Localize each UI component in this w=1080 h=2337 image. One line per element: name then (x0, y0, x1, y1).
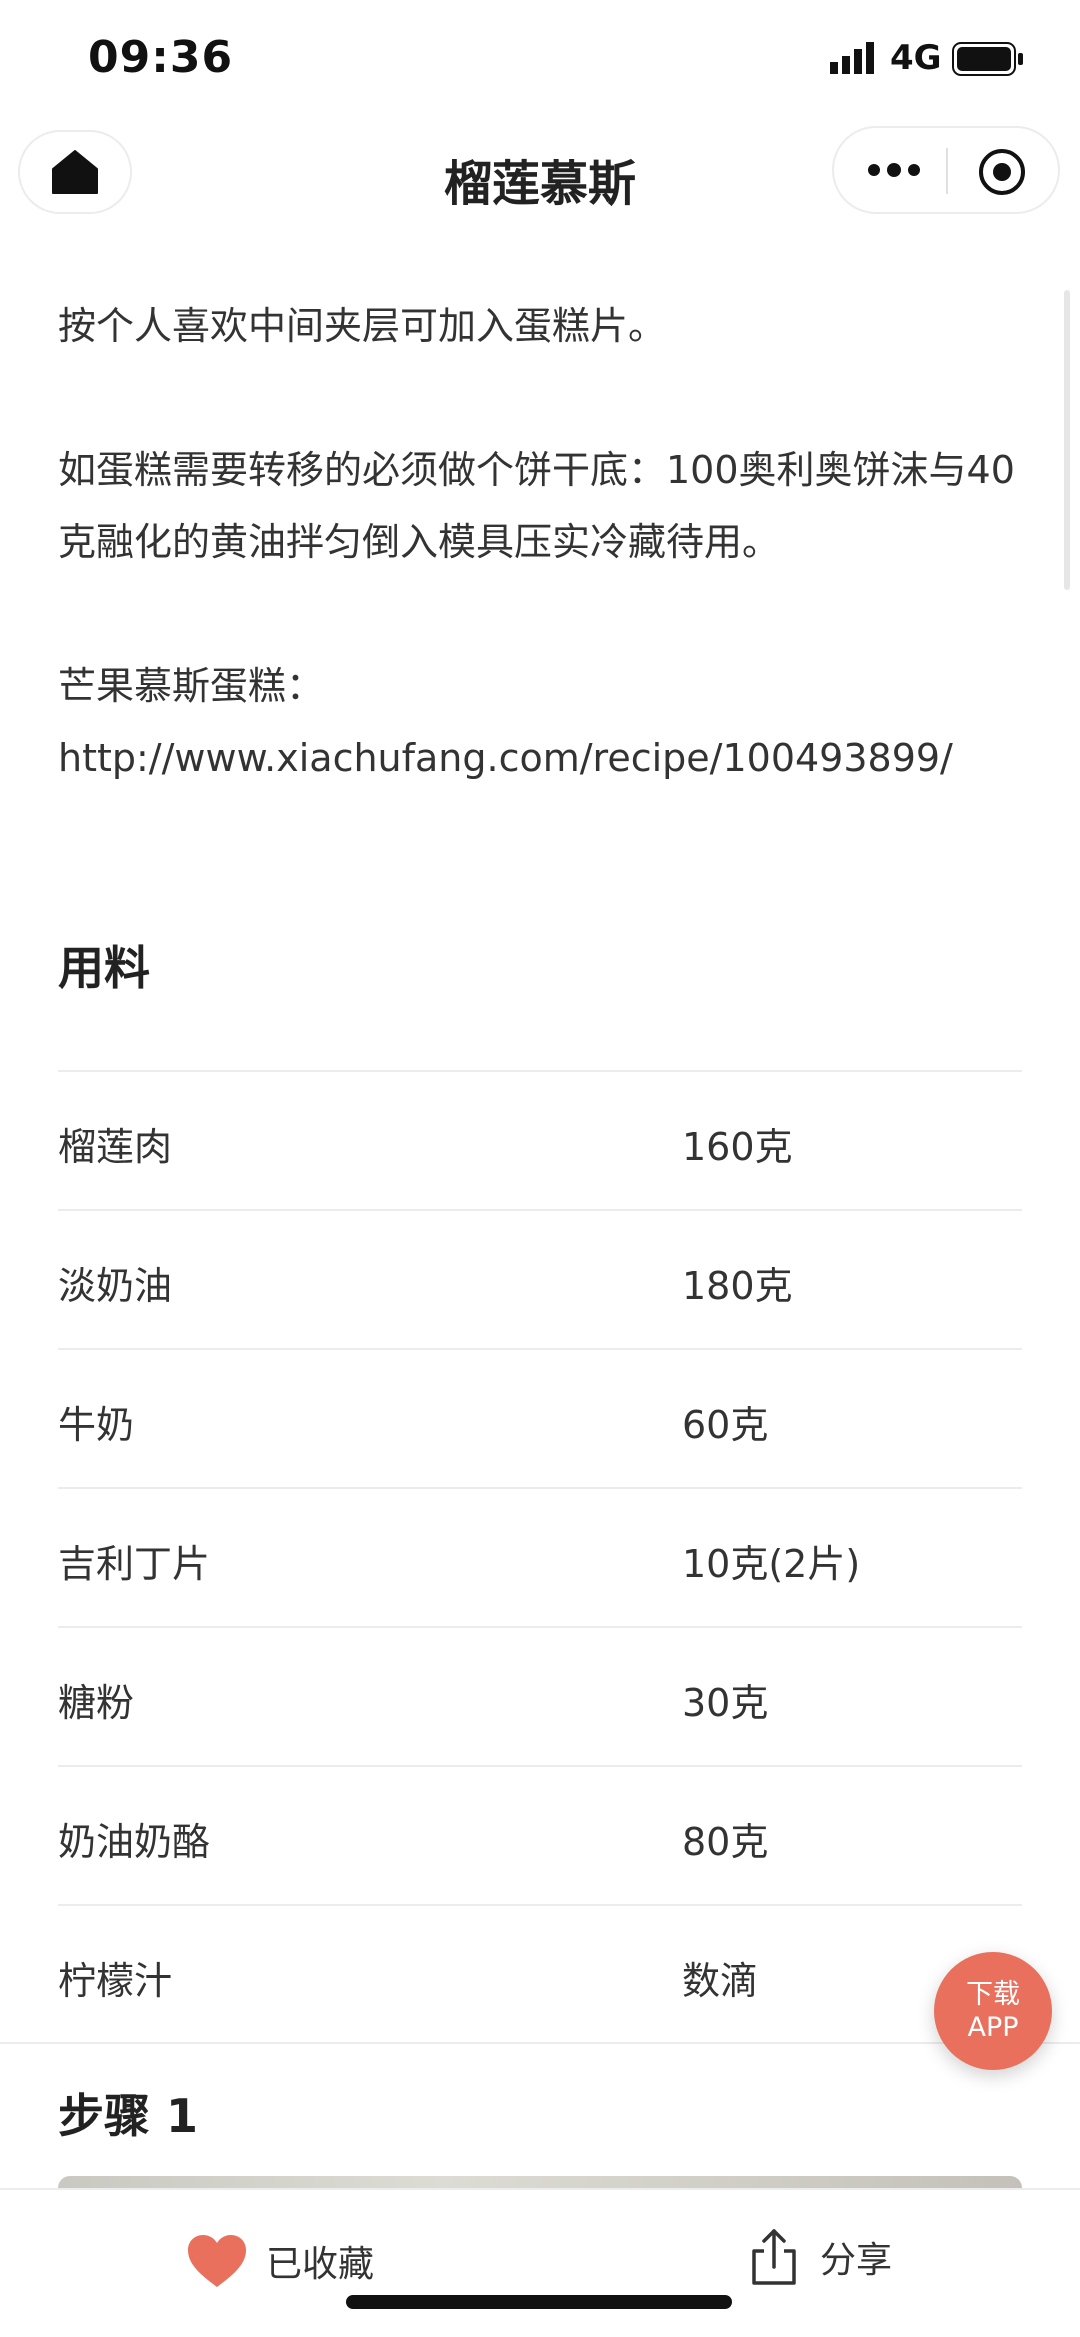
close-miniprogram-icon[interactable] (976, 146, 1028, 198)
ingredient-quantity: 160克 (682, 1125, 793, 1169)
download-label: 下载 (966, 1979, 1020, 2010)
bottom-action-bar: 已收藏 分享 (0, 2188, 1080, 2337)
signal-icon (830, 42, 874, 74)
capsule-divider (946, 148, 948, 194)
ingredient-row: 糖粉 30克 (58, 1626, 1022, 1765)
ingredient-quantity: 80克 (682, 1820, 769, 1864)
scrollbar[interactable] (1064, 290, 1070, 590)
ingredient-row: 榴莲肉 160克 (58, 1070, 1022, 1209)
miniprogram-capsule (832, 126, 1060, 214)
status-time: 09:36 (88, 32, 234, 83)
ingredient-row: 吉利丁片 10克(2片) (58, 1487, 1022, 1626)
battery-icon (952, 42, 1023, 76)
ingredient-row: 柠檬汁 数滴 (58, 1904, 1022, 2043)
section-divider (0, 2042, 1080, 2044)
download-app-button[interactable]: 下载 APP (934, 1952, 1052, 2070)
home-icon (52, 150, 98, 194)
home-indicator (346, 2295, 732, 2309)
ingredient-name: 糖粉 (58, 1681, 135, 1725)
ingredient-quantity: 10克(2片) (682, 1542, 861, 1586)
recipe-description: 按个人喜欢中间夹层可加入蛋糕片。 如蛋糕需要转移的必须做个饼干底：100奥利奥饼… (58, 290, 1022, 794)
ingredient-row: 牛奶 60克 (58, 1348, 1022, 1487)
heart-icon (188, 2235, 246, 2287)
ingredient-name: 奶油奶酪 (58, 1820, 211, 1864)
ingredients-title: 用料 (58, 941, 150, 995)
status-bar: 09:36 4G (0, 0, 1080, 118)
ingredient-name: 柠檬汁 (58, 1959, 173, 2003)
share-label: 分享 (820, 2240, 893, 2281)
share-button[interactable]: 分享 (746, 2222, 892, 2292)
ingredient-quantity: 数滴 (682, 1959, 759, 2003)
step-title: 步骤 1 (58, 2089, 199, 2143)
description-paragraph: 芒果慕斯蛋糕：http://www.xiachufang.com/recipe/… (58, 664, 953, 780)
download-app-label: APP (967, 2012, 1019, 2043)
share-icon (752, 2229, 796, 2285)
ingredient-name: 榴莲肉 (58, 1125, 173, 1169)
favorite-button[interactable]: 已收藏 (186, 2226, 374, 2296)
description-paragraph: 如蛋糕需要转移的必须做个饼干底：100奥利奥饼沫与40克融化的黄油拌匀倒入模具压… (58, 448, 1015, 564)
ingredient-quantity: 180克 (682, 1264, 793, 1308)
recipe-page: 09:36 4G 榴莲慕斯 按个人喜欢中间夹层可加入蛋糕片。 如蛋糕需要转移的必… (0, 0, 1080, 2337)
home-button[interactable] (18, 130, 132, 214)
ingredient-row: 淡奶油 180克 (58, 1209, 1022, 1348)
ingredient-row: 奶油奶酪 80克 (58, 1765, 1022, 1904)
ingredients-list: 榴莲肉 160克 淡奶油 180克 牛奶 60克 吉利丁片 10克(2片) 糖粉… (58, 1070, 1022, 2043)
favorite-label: 已收藏 (266, 2244, 375, 2285)
more-dots-icon[interactable] (864, 150, 924, 190)
ingredient-name: 牛奶 (58, 1403, 135, 1447)
nav-bar: 榴莲慕斯 (0, 120, 1080, 230)
network-type: 4G (890, 38, 942, 78)
description-paragraph: 按个人喜欢中间夹层可加入蛋糕片。 (58, 304, 667, 348)
ingredient-name: 淡奶油 (58, 1264, 173, 1308)
page-title: 榴莲慕斯 (443, 156, 636, 212)
ingredient-name: 吉利丁片 (58, 1542, 211, 1586)
ingredient-quantity: 60克 (682, 1403, 769, 1447)
ingredient-quantity: 30克 (682, 1681, 769, 1725)
